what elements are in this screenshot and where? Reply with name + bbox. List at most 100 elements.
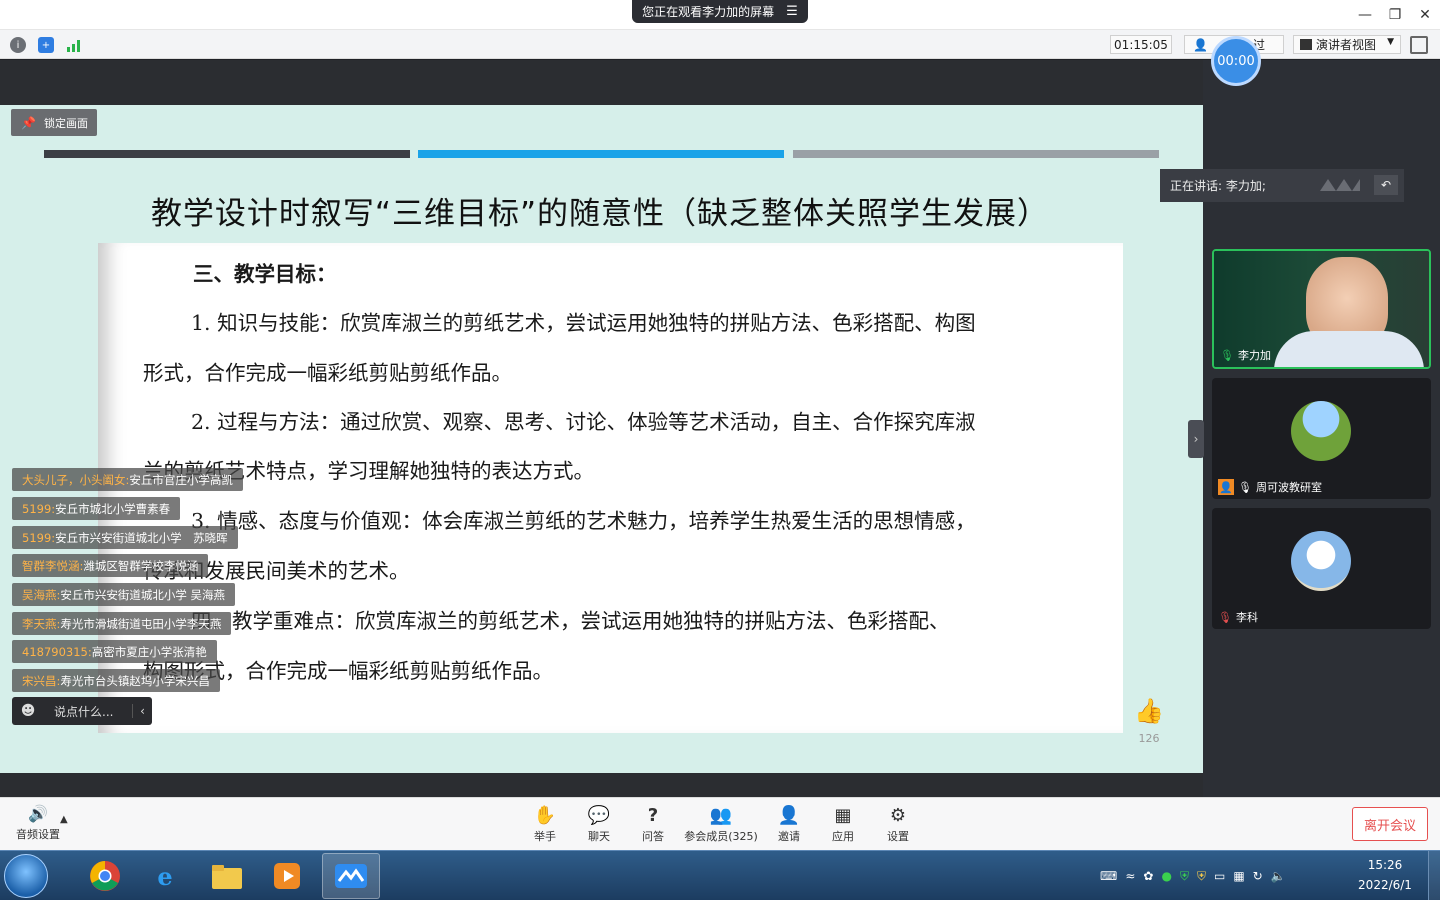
- speaker-icon: 🔊: [28, 804, 48, 823]
- start-button[interactable]: [4, 854, 48, 898]
- lock-screen-button[interactable]: 📌 锁定画面: [11, 109, 97, 136]
- comment-author: 大头儿子，小头阖女:: [22, 472, 130, 487]
- panel-collapse-button[interactable]: ›: [1188, 420, 1204, 458]
- chevron-down-icon: ▼: [1387, 37, 1394, 47]
- doc-line: 四、教学重难点：欣赏库淑兰的剪纸艺术，尝试运用她独特的拼贴方法、色彩搭配、: [191, 609, 950, 633]
- security-tray-icon[interactable]: ⛨: [1197, 869, 1206, 884]
- chat-comment: 智群李悦涵: 潍城区智群学校李悦涵: [12, 554, 209, 577]
- view-switch-button[interactable]: 演讲者视图 ▼: [1293, 35, 1401, 54]
- signal-icon[interactable]: [66, 37, 82, 53]
- comment-text: 安丘市兴安街道城北小学 苏晓晖: [55, 530, 228, 545]
- chat-comment: 5199: 安丘市兴安街道城北小学 苏晓晖: [12, 526, 238, 549]
- app-tray-icon[interactable]: ≈: [1125, 869, 1135, 883]
- members-icon: 👥: [709, 805, 733, 826]
- like-count: 126: [1138, 732, 1160, 745]
- view-switch-label: 演讲者视图: [1316, 38, 1377, 52]
- show-desktop-button[interactable]: [1428, 851, 1440, 900]
- reply-icon[interactable]: ↶: [1374, 175, 1398, 195]
- security-shield-icon[interactable]: +: [38, 37, 54, 53]
- members-label: 参会成员(325): [684, 830, 758, 843]
- video-tile-speaker[interactable]: 🎙 李力加: [1212, 249, 1431, 369]
- recording-timer[interactable]: 00:00: [1211, 36, 1261, 86]
- apps-icon: ▦: [834, 805, 852, 826]
- qa-icon: ?: [647, 805, 659, 826]
- fullscreen-icon[interactable]: [1410, 36, 1428, 54]
- thumbs-up-icon[interactable]: 👍: [1133, 697, 1165, 727]
- microphone-muted-icon: 🎙: [1218, 610, 1232, 624]
- close-button[interactable]: ✕: [1412, 4, 1438, 26]
- chrome-icon[interactable]: [76, 853, 134, 899]
- chat-label: 聊天: [588, 830, 610, 843]
- settings-icon: ⚙: [889, 805, 907, 826]
- internet-explorer-icon[interactable]: e: [136, 853, 194, 899]
- participant-avatar: [1291, 531, 1351, 591]
- comment-text: 安丘市城北小学曹素春: [55, 501, 171, 516]
- chevron-up-icon[interactable]: ▲: [60, 814, 68, 825]
- invite-label: 邀请: [778, 830, 800, 843]
- slide-progress-bar-2: [418, 150, 784, 158]
- media-player-icon[interactable]: [258, 853, 316, 899]
- windows-taskbar: e ⌨ ≈ ✿ ● ⛨ ⛨ ▭ ▦ ↻ 🔈 15:26 2022/6/1: [0, 850, 1440, 900]
- participant-name: 李力加: [1237, 349, 1271, 362]
- restore-button[interactable]: ❐: [1382, 4, 1408, 26]
- comment-author: 5199:: [22, 501, 56, 516]
- participant-name: 周可波教研室: [1255, 481, 1322, 494]
- video-tile-participant[interactable]: 🎙 李科: [1212, 508, 1431, 629]
- audio-wave-icon: [1320, 179, 1360, 191]
- network-icon[interactable]: ▭: [1214, 869, 1225, 883]
- wechat-icon[interactable]: ●: [1161, 869, 1171, 883]
- file-explorer-icon[interactable]: [198, 853, 256, 899]
- clock-date: 2022/6/1: [1358, 878, 1412, 892]
- banner-menu-icon[interactable]: ☰: [786, 4, 798, 19]
- invite-icon: 👤: [777, 805, 801, 826]
- person-icon: 👤: [1218, 479, 1234, 495]
- comment-text: 安丘市兴安街道城北小学 吴海燕: [60, 587, 226, 602]
- slide-progress-bar-3: [793, 150, 1159, 158]
- meeting-timer: 01:15:05: [1110, 35, 1172, 54]
- viewing-banner-text: 您正在观看李力加的屏幕: [642, 5, 775, 19]
- emoji-icon[interactable]: ☻: [12, 703, 44, 719]
- audio-settings-label: 音频设置: [16, 828, 60, 841]
- display-icon[interactable]: ▦: [1233, 869, 1244, 883]
- viewing-banner[interactable]: 您正在观看李力加的屏幕 ☰: [632, 0, 808, 23]
- chat-comment: 418790315: 高密市夏庄小学张清艳: [12, 640, 217, 663]
- comment-text: 潍城区智群学校李悦涵: [83, 558, 199, 573]
- sync-icon[interactable]: ↻: [1253, 869, 1263, 883]
- chevron-left-icon[interactable]: ‹: [132, 704, 152, 718]
- participant-name: 李科: [1235, 611, 1258, 624]
- comment-text: 高密市夏庄小学张清艳: [91, 644, 207, 659]
- tile-label: 🎙 李力加: [1220, 347, 1271, 363]
- minimize-button[interactable]: —: [1352, 4, 1378, 26]
- meeting-app-icon[interactable]: [322, 853, 380, 899]
- comment-author: 宋兴昌:: [22, 673, 61, 688]
- chat-comment: 吴海燕: 安丘市兴安街道城北小学 吴海燕: [12, 583, 236, 606]
- system-clock[interactable]: 15:26 2022/6/1: [1352, 855, 1418, 895]
- comment-author: 李天燕:: [22, 616, 61, 631]
- speaking-label: 正在讲话: 李力加;: [1170, 179, 1266, 193]
- leave-meeting-button[interactable]: 离开会议: [1352, 807, 1428, 841]
- speaker-shirt: [1274, 331, 1424, 367]
- video-tile-participant[interactable]: 👤 🎙 周可波教研室: [1212, 378, 1431, 499]
- chat-comment: 5199: 安丘市城北小学曹素春: [12, 497, 181, 520]
- volume-icon[interactable]: 🔈: [1271, 869, 1286, 883]
- raise-hand-icon: ✋: [533, 805, 557, 826]
- tile-label: 🎙 李科: [1218, 609, 1258, 625]
- tile-label: 👤 🎙 周可波教研室: [1218, 479, 1322, 495]
- info-icon[interactable]: i: [10, 37, 26, 53]
- document-scan: 三、教学目标： 1. 知识与技能：欣赏库淑兰的剪纸艺术，尝试运用她独特的拼贴方法…: [98, 243, 1123, 733]
- flower-tray-icon[interactable]: ✿: [1143, 869, 1153, 883]
- participant-avatar: [1291, 401, 1351, 461]
- comment-text: 寿光市台头镇赵坞小学宋兴昌: [60, 673, 210, 688]
- chat-comment: 李天燕: 寿光市滑城街道屯田小学李天燕: [12, 612, 232, 635]
- chat-input[interactable]: ☻ 说点什么... ‹: [12, 697, 152, 725]
- doc-line: 1. 知识与技能：欣赏库淑兰的剪纸艺术，尝试运用她独特的拼贴方法、色彩搭配、构图: [191, 311, 976, 335]
- keyboard-icon[interactable]: ⌨: [1100, 869, 1117, 883]
- shield-tray-icon[interactable]: ⛨: [1180, 869, 1189, 884]
- control-bar: 🔊 音频设置 ▲ ✋ 举手 💬 聊天 ? 问答 👥 参会成员(325) 👤 邀请…: [0, 797, 1440, 850]
- person-icon: 👤: [1193, 38, 1208, 52]
- comment-author: 智群李悦涵:: [22, 558, 84, 573]
- audio-settings-button[interactable]: 🔊 音频设置: [8, 804, 68, 842]
- settings-button[interactable]: ⚙ 设置: [858, 804, 938, 844]
- comment-author: 吴海燕:: [22, 587, 61, 602]
- title-bar: 您正在观看李力加的屏幕 ☰ — ❐ ✕: [0, 0, 1440, 30]
